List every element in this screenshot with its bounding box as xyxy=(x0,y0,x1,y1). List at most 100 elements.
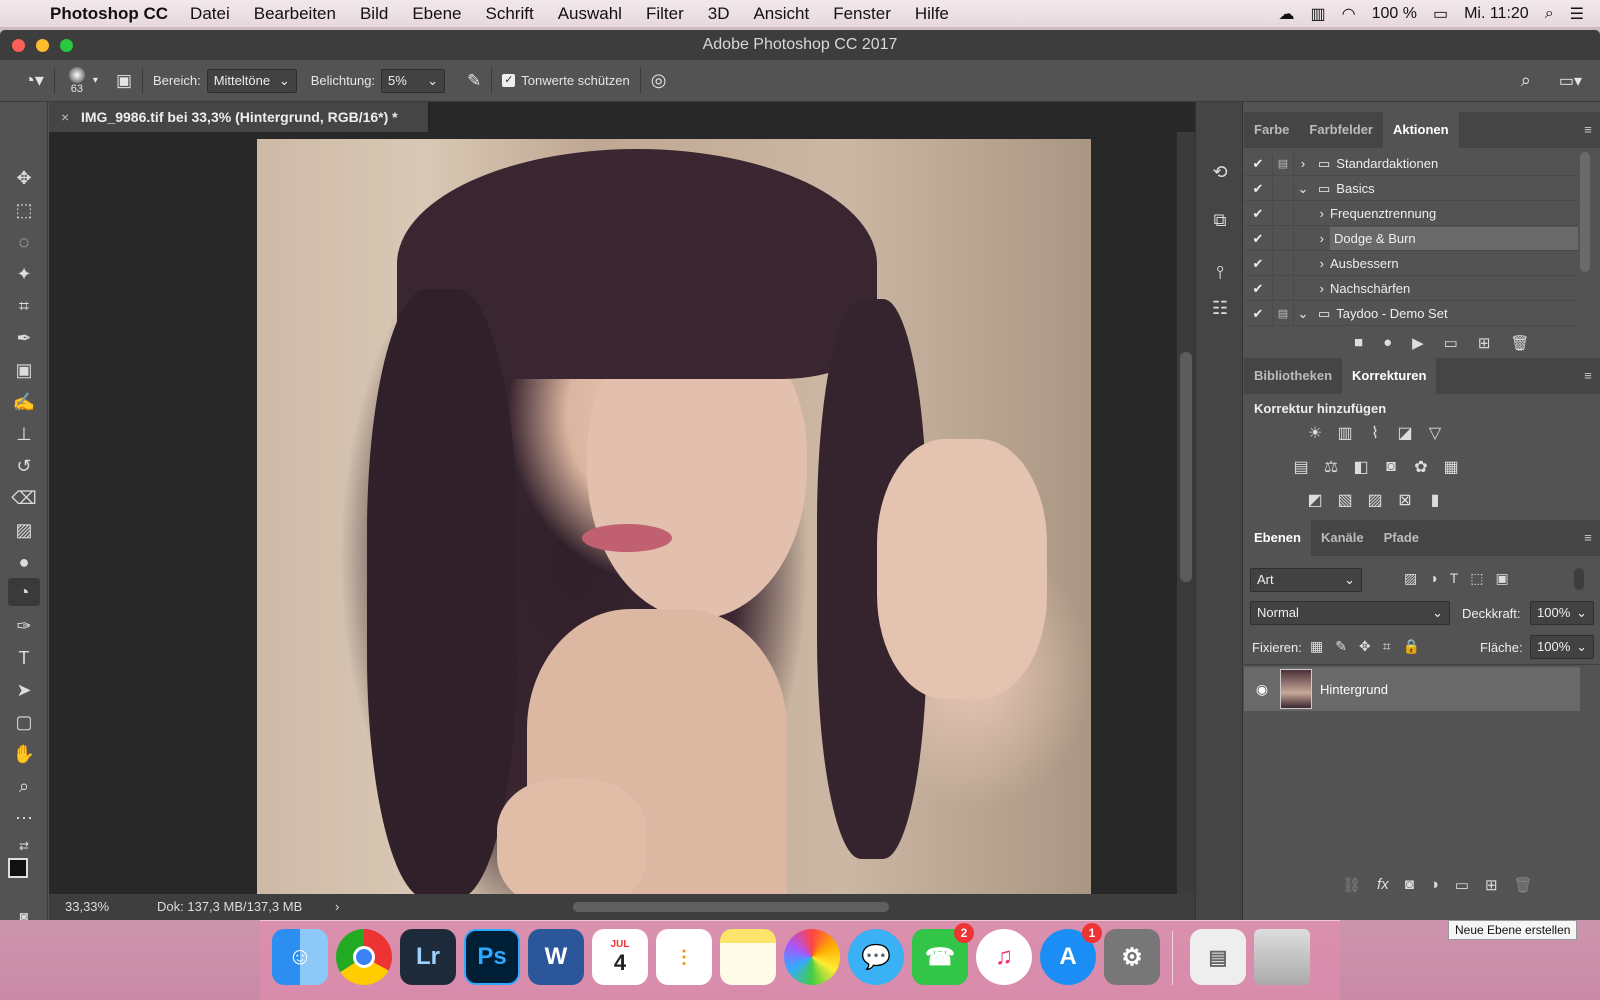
clone-source-panel-icon[interactable]: ⧉ xyxy=(1204,206,1236,234)
properties-panel-icon[interactable]: ☷ xyxy=(1204,294,1236,322)
panel-menu-icon[interactable]: ≡ xyxy=(1576,358,1600,394)
zoom-tool-icon[interactable]: ⌕ xyxy=(8,772,40,800)
menu-auswahl[interactable]: Auswahl xyxy=(558,4,622,24)
reminders-icon[interactable]: ⋮ xyxy=(656,929,712,985)
status-menu-chevron-icon[interactable]: › xyxy=(335,894,339,920)
magic-wand-tool-icon[interactable]: ✦ xyxy=(8,260,40,288)
fill-input[interactable]: 100% ⌄ xyxy=(1530,635,1594,659)
new-action-icon[interactable]: ⊞ xyxy=(1478,334,1491,352)
menu-hilfe[interactable]: Hilfe xyxy=(915,4,949,24)
shape-layer-filter-icon[interactable]: ⬚ xyxy=(1470,570,1483,587)
battery-percent[interactable]: 100 % xyxy=(1372,5,1417,23)
type-tool-icon[interactable]: T xyxy=(8,644,40,672)
appstore-icon[interactable]: A1 xyxy=(1040,923,1102,985)
hue-saturation-icon[interactable]: ▤ xyxy=(1290,456,1312,478)
notification-center-icon[interactable]: ☰ xyxy=(1570,4,1584,24)
creative-cloud-icon[interactable]: ☁ xyxy=(1278,4,1294,24)
pixel-layer-filter-icon[interactable]: ▨ xyxy=(1404,570,1417,587)
color-lookup-icon[interactable]: ▦ xyxy=(1440,456,1462,478)
lock-artboard-icon[interactable]: ⌗ xyxy=(1383,638,1391,655)
lightroom-icon[interactable]: Lr xyxy=(400,929,456,985)
gradient-tool-icon[interactable]: ▨ xyxy=(8,516,40,544)
smart-object-filter-icon[interactable]: ▣ xyxy=(1496,570,1509,587)
checkmark-icon[interactable]: ✔ xyxy=(1244,206,1272,222)
black-white-icon[interactable]: ◧ xyxy=(1350,456,1372,478)
new-layer-icon[interactable]: ⊞ xyxy=(1485,876,1498,894)
checkmark-icon[interactable]: ✔ xyxy=(1244,281,1272,297)
layer-style-icon[interactable]: fx xyxy=(1377,876,1389,894)
wifi-icon[interactable]: ◠ xyxy=(1342,4,1356,24)
selective-color-icon[interactable]: ⊠ xyxy=(1394,489,1416,511)
dialog-toggle-icon[interactable]: ▤ xyxy=(1272,152,1294,175)
checkmark-icon[interactable]: ✔ xyxy=(1244,256,1272,272)
photoshop-icon[interactable]: Ps xyxy=(464,929,520,985)
tab-pfade[interactable]: Pfade xyxy=(1374,520,1429,556)
exposure-input[interactable]: 5% ⌄ xyxy=(381,68,446,93)
add-mask-icon[interactable]: ◙ xyxy=(1405,876,1414,894)
gradient-map-icon[interactable]: ▮ xyxy=(1424,489,1446,511)
checkmark-icon[interactable]: ✔ xyxy=(1244,181,1272,197)
menu-datei[interactable]: Datei xyxy=(190,4,230,24)
checkmark-icon[interactable]: ✔ xyxy=(1244,231,1272,247)
clock[interactable]: Mi. 11:20 xyxy=(1464,5,1529,23)
menu-ebene[interactable]: Ebene xyxy=(412,4,461,24)
threshold-icon[interactable]: ▨ xyxy=(1364,489,1386,511)
tab-farbe[interactable]: Farbe xyxy=(1244,112,1299,148)
eraser-tool-icon[interactable]: ⌫ xyxy=(8,484,40,512)
chevron-right-icon[interactable]: › xyxy=(1294,206,1330,221)
eye-icon[interactable]: ◉ xyxy=(1244,681,1280,698)
battery-icon[interactable]: ▭ xyxy=(1433,4,1448,24)
chevron-right-icon[interactable]: › xyxy=(1294,281,1330,296)
dialog-toggle-icon[interactable] xyxy=(1272,252,1294,275)
type-layer-filter-icon[interactable]: T xyxy=(1450,570,1459,587)
delete-layer-icon[interactable]: 🗑 xyxy=(1514,876,1533,894)
history-brush-tool-icon[interactable]: ↺ xyxy=(8,452,40,480)
menu-schrift[interactable]: Schrift xyxy=(486,4,534,24)
brush-settings-panel-icon[interactable]: ⫯ xyxy=(1204,258,1236,286)
actions-scrollbar-thumb[interactable] xyxy=(1580,152,1590,272)
chevron-down-icon[interactable]: ⌄ xyxy=(1294,306,1312,322)
zoom-level[interactable]: 33,33% xyxy=(65,894,109,920)
exposure-icon[interactable]: ◪ xyxy=(1394,422,1416,444)
chevron-down-icon[interactable]: ⌄ xyxy=(1576,602,1587,624)
dialog-toggle-icon[interactable] xyxy=(1272,202,1294,225)
itunes-icon[interactable]: ♫ xyxy=(976,929,1032,985)
panel-menu-icon[interactable]: ≡ xyxy=(1576,112,1600,148)
new-group-icon[interactable]: ▭ xyxy=(1455,876,1469,894)
dialog-toggle-icon[interactable]: ▤ xyxy=(1272,302,1294,325)
finder-icon[interactable]: ☺ xyxy=(272,929,328,985)
menu-bearbeiten[interactable]: Bearbeiten xyxy=(254,4,336,24)
action-row[interactable]: ✔ › Dodge & Burn xyxy=(1244,227,1578,251)
stamp-tool-icon[interactable]: ⊥ xyxy=(8,420,40,448)
foreground-color-swatch[interactable] xyxy=(8,858,28,878)
chevron-right-icon[interactable]: › xyxy=(1294,156,1312,171)
facetime-icon[interactable]: ☎ 2 xyxy=(912,923,974,985)
brush-size-picker[interactable]: 63 xyxy=(65,66,89,95)
workspace-switcher-icon[interactable]: ▭▾ xyxy=(1559,71,1582,91)
adjustment-layer-filter-icon[interactable]: ◑ xyxy=(1429,570,1437,587)
hand-tool-icon[interactable]: ✋ xyxy=(8,740,40,768)
chevron-down-icon[interactable]: ⌄ xyxy=(427,70,438,92)
checkmark-icon[interactable]: ✔ xyxy=(1244,156,1272,172)
action-row[interactable]: ✔ › Frequenztrennung xyxy=(1244,202,1578,226)
link-layers-icon[interactable]: ⛓ xyxy=(1342,876,1361,894)
lock-position-icon[interactable]: ✥ xyxy=(1359,638,1371,655)
lasso-tool-icon[interactable]: ◌ xyxy=(8,228,40,256)
chevron-down-icon[interactable]: ⌄ xyxy=(1294,181,1312,197)
record-icon[interactable]: ● xyxy=(1383,334,1392,352)
layer-filter-select[interactable]: Art ⌄ xyxy=(1250,568,1362,592)
new-adjustment-layer-icon[interactable]: ◑ xyxy=(1430,876,1439,894)
dialog-toggle-icon[interactable] xyxy=(1272,177,1294,200)
photo-filter-icon[interactable]: ◙ xyxy=(1380,456,1402,478)
checkmark-icon[interactable]: ✔ xyxy=(1244,306,1272,322)
history-panel-icon[interactable]: ⟲ xyxy=(1204,158,1236,186)
close-document-icon[interactable]: × xyxy=(61,102,69,132)
color-balance-icon[interactable]: ⚖ xyxy=(1320,456,1342,478)
tab-bibliotheken[interactable]: Bibliotheken xyxy=(1244,358,1342,394)
action-row[interactable]: ✔ ▤ ⌄ ▭ Taydoo - Demo Set xyxy=(1244,302,1578,326)
blend-mode-select[interactable]: Normal ⌄ xyxy=(1250,601,1450,625)
range-select[interactable]: Mitteltöne ⌄ xyxy=(206,68,297,93)
search-icon[interactable]: ⌕ xyxy=(1521,70,1531,91)
tab-aktionen[interactable]: Aktionen xyxy=(1382,112,1459,148)
play-icon[interactable]: ▶ xyxy=(1412,334,1424,352)
